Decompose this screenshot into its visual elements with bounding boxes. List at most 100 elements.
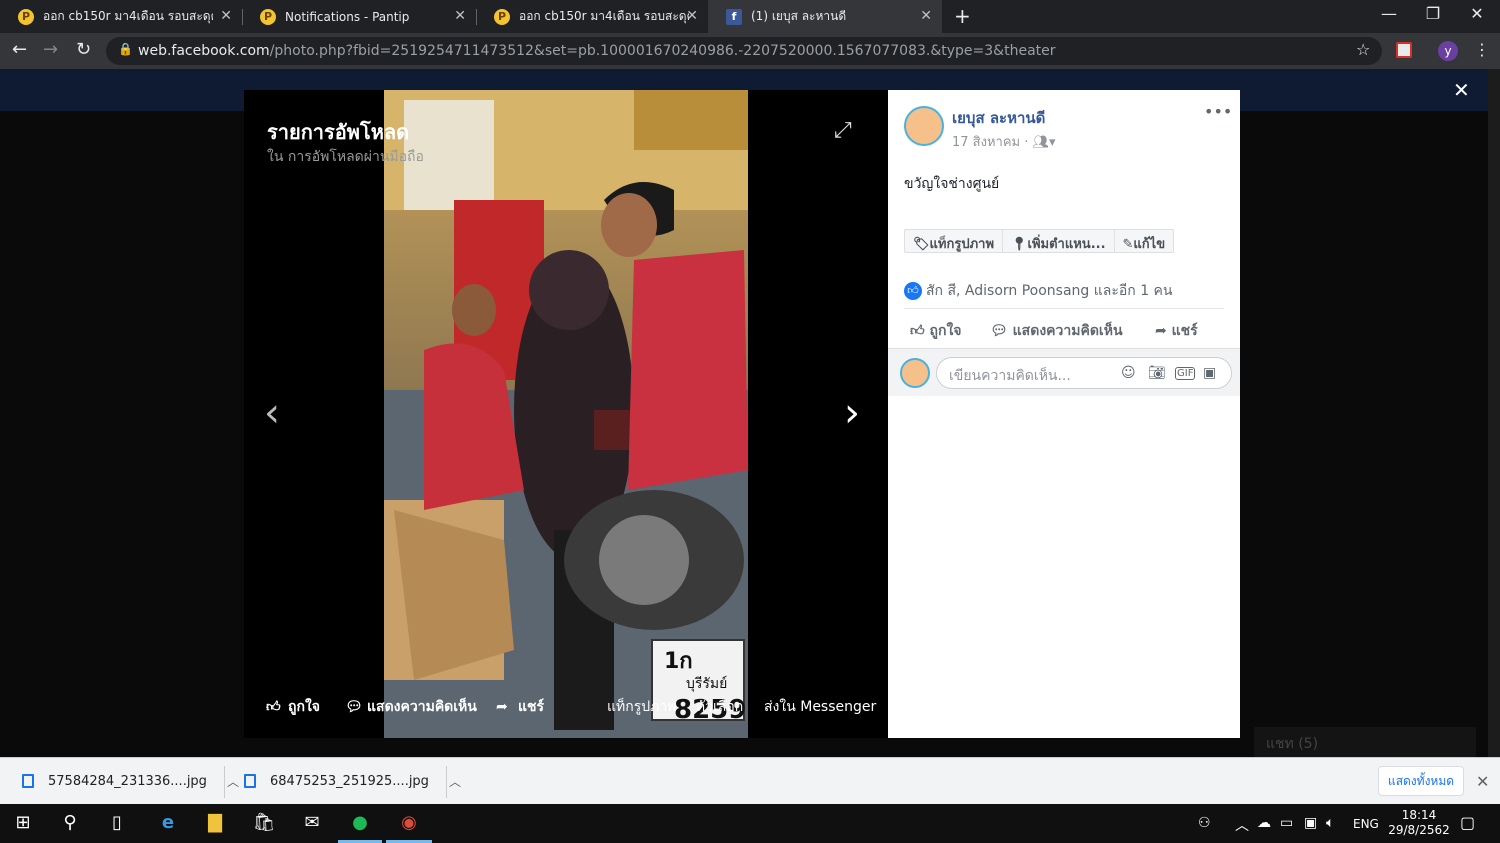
extension-icon[interactable] — [1396, 42, 1412, 58]
pantip-favicon-icon: P — [260, 8, 276, 25]
options-link[interactable]: ตัวเลือก — [696, 696, 743, 718]
close-shelf-icon[interactable]: ✕ — [1476, 772, 1489, 791]
tab-label: (1) เยบุส ละหานดี — [751, 9, 847, 23]
mail-icon[interactable]: ✉ — [298, 812, 326, 833]
sticker-icon[interactable]: ▣ — [1203, 365, 1216, 381]
minimize-icon[interactable]: — — [1366, 4, 1412, 23]
lock-icon: 🔒 — [118, 42, 133, 56]
menu-kebab-icon[interactable]: ⋮ — [1474, 40, 1490, 59]
edit-button[interactable]: ✎แก้ไข — [1115, 230, 1174, 252]
volume-icon[interactable]: 🔈︎ — [1326, 815, 1334, 831]
spotify-icon[interactable]: ● — [346, 812, 374, 833]
pantip-favicon-icon: P — [494, 8, 510, 25]
show-hidden-icons-chevron-up-icon[interactable]: ︿ — [1235, 815, 1249, 835]
address-bar[interactable]: 🔒 web.facebook.com/photo.php?fbid=251925… — [106, 37, 1382, 65]
comment-composer: เขียนความคิดเห็น... ☺ 📷︎ GIF ▣ — [888, 348, 1240, 396]
photo-action-bar: 👍︎ ถูกใจ 💬︎ แสดงความคิดเห็น ➦ แชร์ แท็กรูปภ… — [244, 690, 888, 722]
download-item[interactable]: 68475253_251925....jpg ︿ — [244, 758, 461, 804]
edge-icon[interactable]: e — [154, 812, 182, 833]
back-icon[interactable]: ← — [12, 39, 27, 60]
photo[interactable]: 1ก บุรีรัมย์ 8259 — [384, 90, 748, 738]
comment-icon: 💬︎ — [345, 699, 363, 715]
post-share-button[interactable]: ➦ แชร์ — [1155, 320, 1198, 342]
thumbs-up-icon: 👍︎ — [266, 699, 281, 715]
tag-photo-link[interactable]: แท็กรูปภาพ — [607, 696, 676, 718]
tag-icon: 🏷︎ — [913, 237, 930, 252]
divider — [446, 766, 447, 798]
album-subtitle[interactable]: ใน การอัพโหลดผ่านมือถือ — [267, 146, 424, 168]
forward-icon[interactable]: → — [43, 39, 58, 60]
fullscreen-expand-icon[interactable]: ⤢ — [834, 118, 852, 143]
taskbar: ⊞ ⚲ ▯ e ▇ 🛍︎ ✉ ● ◉ ⚇ ︿ ☁ ▭ ▣ 🔈︎ ENG 18:1… — [0, 804, 1500, 843]
post-comment-button[interactable]: 💬︎ แสดงความคิดเห็น — [990, 320, 1123, 342]
photo-share-button[interactable]: ➦ แชร์ — [496, 696, 544, 718]
gif-icon[interactable]: GIF — [1175, 367, 1196, 380]
chrome-icon[interactable]: ◉ — [395, 812, 423, 833]
people-icon[interactable]: ⚇ — [1198, 815, 1211, 831]
share-icon: ➦ — [496, 699, 508, 715]
close-icon[interactable]: ✕ — [454, 9, 466, 23]
photo-comment-button[interactable]: 💬︎ แสดงความคิดเห็น — [345, 696, 477, 718]
plate-text-1: 1ก — [664, 649, 693, 674]
camera-icon[interactable]: 📷︎ — [1148, 365, 1166, 381]
window-close-icon[interactable]: ✕ — [1454, 4, 1500, 23]
tab-pantip-notifications[interactable]: P Notifications - Pantip ✕ — [242, 0, 476, 33]
author-name[interactable]: เยบุส ละหานดี — [952, 106, 1045, 130]
send-messenger-link[interactable]: ส่งใน Messenger — [764, 696, 876, 718]
url-text: web.facebook.com/photo.php?fbid=25192547… — [138, 43, 1056, 59]
emoji-icon[interactable]: ☺ — [1121, 365, 1136, 381]
facebook-favicon-icon: f — [726, 8, 742, 25]
onedrive-cloud-icon[interactable]: ☁ — [1257, 815, 1271, 831]
reactions-summary[interactable]: 👍︎ สัก สี, Adisorn Poonsang และอีก 1 คน — [904, 280, 1173, 302]
post-date[interactable]: 17 สิงหาคม · 👥︎▾ — [952, 131, 1056, 152]
windows-start-icon[interactable]: ⊞ — [9, 812, 37, 833]
comment-input[interactable]: เขียนความคิดเห็น... ☺ 📷︎ GIF ▣ — [936, 357, 1232, 389]
close-viewer-icon[interactable]: ✕ — [1453, 78, 1470, 102]
pencil-icon: ✎ — [1122, 237, 1134, 252]
battery-icon[interactable]: ▭ — [1280, 815, 1293, 831]
language-indicator[interactable]: ENG — [1353, 817, 1379, 831]
more-options-icon[interactable]: ••• — [1204, 102, 1232, 121]
task-view-icon[interactable]: ▯ — [103, 812, 131, 833]
divider — [904, 308, 1224, 309]
close-icon[interactable]: ✕ — [220, 9, 232, 23]
show-all-downloads-button[interactable]: แสดงทั้งหมด — [1378, 766, 1464, 796]
prev-arrow-icon[interactable]: ‹ — [264, 390, 280, 436]
tag-toolbar: 🏷︎แท็กรูปภาพ 📍︎เพิ่มตำแหน... ✎แก้ไข — [904, 229, 1175, 253]
tab-pantip-1[interactable]: P ออก cb150r มา4เดือน รอบสะดุด วูบดั ✕ — [0, 0, 242, 33]
photo-viewer: 1ก บุรีรัมย์ 8259 รายการอัพโหลด ใน การอั… — [244, 90, 888, 738]
clock[interactable]: 18:14 29/8/2562 — [1382, 808, 1456, 838]
chevron-up-icon[interactable]: ︿ — [449, 773, 461, 790]
next-arrow-icon[interactable]: › — [844, 390, 860, 436]
tab-pantip-2[interactable]: P ออก cb150r มา4เดือน รอบสะดุด วูบดั ✕ — [476, 0, 708, 33]
search-icon[interactable]: ⚲ — [56, 812, 84, 833]
author-avatar[interactable] — [904, 106, 944, 146]
post-caption: ขวัญใจช่างศูนย์ — [904, 176, 1000, 192]
scrollbar[interactable] — [1488, 69, 1500, 757]
close-icon[interactable]: ✕ — [920, 9, 932, 23]
chevron-up-icon[interactable]: ︿ — [227, 773, 239, 790]
album-title[interactable]: รายการอัพโหลด — [267, 116, 409, 148]
chat-bar[interactable]: แชท (5) — [1254, 727, 1476, 757]
store-icon[interactable]: 🛍︎ — [250, 812, 278, 833]
bookmark-star-icon[interactable]: ☆ — [1356, 40, 1370, 59]
commenter-avatar — [900, 358, 930, 388]
file-explorer-icon[interactable]: ▇ — [201, 812, 229, 833]
tab-facebook[interactable]: f (1) เยบุส ละหานดี ✕ — [708, 0, 942, 33]
profile-avatar[interactable]: y — [1438, 41, 1458, 61]
tab-label: ออก cb150r มา4เดือน รอบสะดุด วูบดั — [519, 9, 689, 23]
photo-like-button[interactable]: 👍︎ ถูกใจ — [266, 696, 320, 718]
reload-icon[interactable]: ↻ — [76, 39, 91, 60]
tag-photo-button[interactable]: 🏷︎แท็กรูปภาพ — [905, 230, 1004, 252]
restore-icon[interactable]: ❐ — [1410, 4, 1456, 23]
friends-icon[interactable]: 👥︎▾ — [1033, 135, 1056, 150]
new-tab-icon[interactable]: + — [954, 4, 971, 28]
notifications-icon[interactable]: ▢ — [1460, 813, 1475, 832]
post-like-button[interactable]: 👍︎ ถูกใจ — [910, 320, 962, 342]
download-item[interactable]: 57584284_231336....jpg ︿ — [22, 758, 239, 804]
add-location-button[interactable]: 📍︎เพิ่มตำแหน... — [1003, 230, 1115, 252]
post-action-row: 👍︎ ถูกใจ 💬︎ แสดงความคิดเห็น ➦ แชร์ — [904, 316, 1224, 344]
close-icon[interactable]: ✕ — [686, 9, 698, 23]
tab-label: Notifications - Pantip — [285, 9, 410, 24]
network-icon[interactable]: ▣ — [1304, 815, 1317, 831]
